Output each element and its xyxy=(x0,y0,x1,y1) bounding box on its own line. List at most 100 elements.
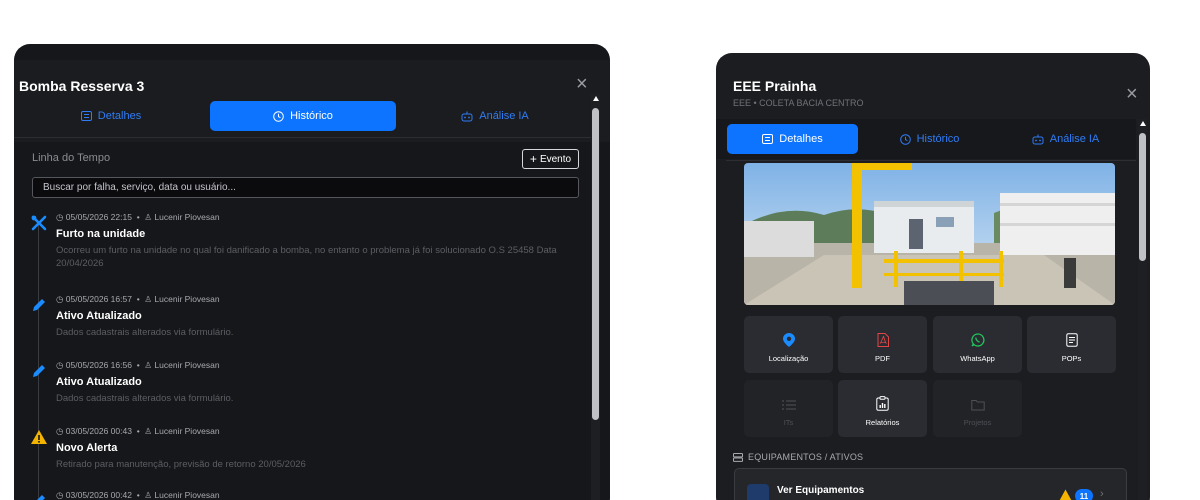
event-datetime: 05/05/2026 16:57 xyxy=(65,294,132,304)
tile-label: Projetos xyxy=(963,418,992,427)
event-datetime: 03/05/2026 00:43 xyxy=(65,426,132,436)
section-label: EQUIPAMENTOS / ATIVOS xyxy=(748,452,864,462)
user-icon: ♙ xyxy=(144,490,155,500)
clock-icon: ◷ xyxy=(56,212,66,222)
whatsapp-button[interactable]: WhatsApp xyxy=(933,316,1022,373)
event-title: Furto na unidade xyxy=(56,228,146,240)
event-meta: ◷ 05/05/2026 16:56 • ♙ Lucenir Piovesan xyxy=(56,360,220,371)
tab-bar: Detalhes Histórico Análise IA xyxy=(14,96,594,136)
tab-historico[interactable]: Histórico xyxy=(864,124,995,154)
tab-analise-ia[interactable]: Análise IA xyxy=(402,101,588,131)
modal-subtitle: EEE • COLETA BACIA CENTRO xyxy=(733,98,864,108)
meta-separator: • xyxy=(131,490,145,500)
scrollbar-thumb[interactable] xyxy=(1139,133,1146,261)
pdf-icon xyxy=(877,333,889,347)
user-icon: ♙ xyxy=(144,426,155,436)
clock-icon: ◷ xyxy=(56,294,66,304)
pdf-button[interactable]: PDF xyxy=(838,316,927,373)
event-user: Lucenir Piovesan xyxy=(154,360,220,370)
pencil-icon xyxy=(33,299,45,311)
folder-icon xyxy=(970,400,985,411)
whatsapp-icon xyxy=(970,333,984,347)
server-icon xyxy=(733,452,743,462)
view-equipment-label: Ver Equipamentos xyxy=(777,485,865,496)
event-user: Lucenir Piovesan xyxy=(154,294,220,304)
clock-icon: ◷ xyxy=(56,360,66,370)
divider xyxy=(14,137,594,138)
search-input[interactable]: Buscar por falha, serviço, data ou usuár… xyxy=(32,177,579,198)
tab-label: Detalhes xyxy=(779,133,823,145)
robot-icon xyxy=(1032,134,1044,144)
event-description: Dados cadastrais alterados via formulári… xyxy=(56,327,234,338)
event-datetime: 03/05/2026 00:42 xyxy=(65,490,132,500)
its-button[interactable]: ITs xyxy=(744,380,833,437)
warning-icon xyxy=(1059,489,1072,500)
tab-historico[interactable]: Histórico xyxy=(210,101,396,131)
tile-label: POPs xyxy=(1061,354,1082,363)
view-equipment-button[interactable]: Ver Equipamentos 11 › xyxy=(734,468,1127,500)
section-title: Linha do Tempo xyxy=(32,152,111,164)
close-icon[interactable]: × xyxy=(1126,84,1138,104)
scrollbar[interactable] xyxy=(1138,119,1147,500)
tile-label: Localização xyxy=(768,354,809,363)
scrollbar-thumb[interactable] xyxy=(592,108,599,420)
tab-bar: Detalhes Histórico Análise IA xyxy=(716,119,1136,159)
close-icon[interactable]: × xyxy=(576,74,588,94)
scroll-up-icon[interactable] xyxy=(593,96,599,101)
tile-label: PDF xyxy=(875,354,890,363)
equipment-section-title: EQUIPAMENTOS / ATIVOS xyxy=(733,452,863,462)
tab-label: Detalhes xyxy=(97,110,142,122)
modal-title: Bomba Resserva 3 xyxy=(19,78,145,94)
list-icon xyxy=(80,111,92,121)
add-event-label: Evento xyxy=(539,153,572,165)
event-meta: ◷ 03/05/2026 00:42 • ♙ Lucenir Piovesan xyxy=(56,490,220,500)
checklist-icon xyxy=(781,400,796,410)
clock-icon xyxy=(273,110,284,122)
projects-button[interactable]: Projetos xyxy=(933,380,1022,437)
list-icon xyxy=(762,134,774,144)
scrollbar[interactable] xyxy=(591,94,600,500)
divider xyxy=(726,160,1136,161)
tab-label: Análise IA xyxy=(1049,133,1100,145)
tile-label: WhatsApp xyxy=(960,354,995,363)
robot-icon xyxy=(461,111,473,121)
map-pin-icon xyxy=(782,333,795,347)
event-description: Retirado para manutenção, previsão de re… xyxy=(56,459,306,470)
add-event-button[interactable]: + Evento xyxy=(522,149,579,169)
reports-button[interactable]: Relatórios xyxy=(838,380,927,437)
tab-analise-ia[interactable]: Análise IA xyxy=(1000,124,1131,154)
event-datetime: 05/05/2026 16:56 xyxy=(65,360,132,370)
pencil-icon xyxy=(37,495,45,500)
event-description: Ocorreu um furto na unidade no qual foi … xyxy=(56,245,557,269)
equipment-icon xyxy=(747,484,769,500)
location-button[interactable]: Localização xyxy=(744,316,833,373)
plus-icon: + xyxy=(529,152,537,166)
event-user: Lucenir Piovesan xyxy=(154,212,220,222)
meta-separator: • xyxy=(131,360,145,370)
meta-separator: • xyxy=(131,426,145,436)
user-icon: ♙ xyxy=(144,212,155,222)
scroll-up-icon[interactable] xyxy=(1140,121,1146,126)
tab-label: Análise IA xyxy=(479,110,529,122)
pencil-icon xyxy=(33,365,45,377)
event-title: Ativo Atualizado xyxy=(56,376,142,388)
equipment-count-badge: 11 xyxy=(1075,489,1093,500)
clock-icon xyxy=(899,133,911,145)
event-description: Dados cadastrais alterados via formulári… xyxy=(56,393,234,404)
report-icon xyxy=(876,396,889,411)
event-user: Lucenir Piovesan xyxy=(154,426,220,436)
tab-detalhes[interactable]: Detalhes xyxy=(727,124,858,154)
user-icon: ♙ xyxy=(144,360,155,370)
pops-button[interactable]: POPs xyxy=(1027,316,1116,373)
tab-label: Histórico xyxy=(290,110,333,122)
tab-detalhes[interactable]: Detalhes xyxy=(18,101,204,131)
tile-label: ITs xyxy=(783,418,794,427)
document-icon xyxy=(1065,333,1078,347)
event-user: Lucenir Piovesan xyxy=(154,490,220,500)
tools-icon xyxy=(31,215,47,231)
station-photo xyxy=(744,163,1115,305)
modal-title: EEE Prainha xyxy=(733,78,817,94)
meta-separator: • xyxy=(131,294,145,304)
tile-label: Relatórios xyxy=(865,418,900,427)
event-meta: ◷ 05/05/2026 22:15 • ♙ Lucenir Piovesan xyxy=(56,212,220,223)
